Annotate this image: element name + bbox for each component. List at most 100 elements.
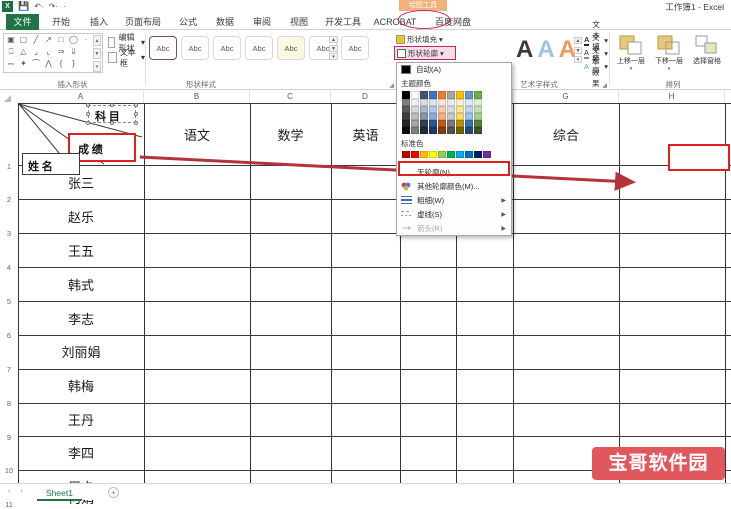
theme-color-row-4[interactable] bbox=[402, 120, 506, 127]
tab-view[interactable]: 视图 bbox=[283, 14, 315, 30]
theme-swatch-0-5[interactable] bbox=[447, 91, 455, 99]
wordart-sample-2[interactable]: A bbox=[537, 37, 554, 63]
weight-submenu-arrow-icon[interactable]: ▶ bbox=[501, 197, 506, 204]
tab-review[interactable]: 审阅 bbox=[246, 14, 278, 30]
cell-D1-subject[interactable]: 英语 bbox=[331, 125, 400, 144]
shape-style-thumb-3[interactable]: Abc bbox=[213, 36, 241, 60]
theme-swatch-5-3[interactable] bbox=[429, 127, 437, 134]
theme-swatch-4-2[interactable] bbox=[420, 120, 428, 127]
cell-A9-name[interactable]: 王丹 bbox=[18, 410, 144, 429]
theme-swatch-5-7[interactable] bbox=[465, 127, 473, 134]
cell-G1-subject[interactable]: 综合 bbox=[513, 125, 619, 144]
shape-curve-icon[interactable]: ⌒ bbox=[31, 59, 41, 69]
shape-recent-1-icon[interactable]: ▣ bbox=[6, 35, 16, 45]
resize-handle-s[interactable] bbox=[110, 121, 114, 125]
theme-swatch-2-5[interactable] bbox=[447, 106, 455, 113]
shape-style-thumb-4[interactable]: Abc bbox=[245, 36, 273, 60]
theme-swatch-0-3[interactable] bbox=[429, 91, 437, 99]
selected-textbox-subject[interactable] bbox=[88, 105, 136, 123]
shape-style-thumb-1[interactable]: Abc bbox=[149, 36, 177, 60]
shape-arrow-icon[interactable]: ↗ bbox=[44, 35, 54, 45]
arrows-submenu-arrow-icon[interactable]: ▶ bbox=[501, 225, 506, 232]
theme-swatch-0-4[interactable] bbox=[438, 91, 446, 99]
cell-A2-name[interactable]: 张三 bbox=[18, 173, 144, 192]
resize-handle-ne[interactable] bbox=[134, 103, 138, 107]
theme-swatch-4-6[interactable] bbox=[456, 120, 464, 127]
row-header-2[interactable]: 2 bbox=[0, 195, 18, 204]
resize-handle-e[interactable] bbox=[134, 112, 138, 116]
column-header-A[interactable]: A bbox=[18, 91, 144, 103]
column-header-D[interactable]: D bbox=[331, 91, 400, 103]
theme-swatch-0-8[interactable] bbox=[474, 91, 482, 99]
column-header-C[interactable]: C bbox=[250, 91, 331, 103]
standard-swatch-2[interactable] bbox=[420, 151, 428, 158]
theme-swatch-4-7[interactable] bbox=[465, 120, 473, 127]
dropdown-item-weight[interactable]: 粗细(W) ▶ bbox=[397, 193, 511, 207]
cell-A3-name[interactable]: 赵乐 bbox=[18, 207, 144, 226]
shape-oval-icon[interactable]: ◯ bbox=[69, 35, 79, 45]
tab-file[interactable]: 文件 bbox=[6, 14, 39, 30]
theme-swatch-5-0[interactable] bbox=[402, 127, 410, 134]
shape-styles-dialog-launcher[interactable]: ◢ bbox=[389, 82, 394, 89]
tab-formulas[interactable]: 公式 bbox=[172, 14, 204, 30]
resize-handle-sw[interactable] bbox=[86, 121, 90, 125]
select-all-corner[interactable] bbox=[0, 91, 18, 103]
bring-forward-chevron-down-icon[interactable]: ▾ bbox=[614, 66, 648, 72]
tab-developer[interactable]: 开发工具 bbox=[319, 14, 367, 30]
theme-swatch-0-1[interactable] bbox=[411, 91, 419, 99]
theme-swatch-4-4[interactable] bbox=[438, 120, 446, 127]
send-backward-button[interactable]: 下移一层 ▾ bbox=[652, 34, 686, 72]
header-label-grade[interactable]: 成 绩 bbox=[78, 141, 103, 157]
shape-star-icon[interactable]: ✦ bbox=[19, 59, 29, 69]
standard-colors-grid[interactable] bbox=[397, 150, 511, 160]
redo-icon[interactable]: ↷· bbox=[49, 2, 58, 11]
shape-rect-icon[interactable]: □ bbox=[56, 35, 66, 45]
send-backward-chevron-down-icon[interactable]: ▾ bbox=[652, 66, 686, 72]
theme-swatch-3-3[interactable] bbox=[429, 113, 437, 120]
shape-recent-2-icon[interactable]: ▢ bbox=[19, 35, 29, 45]
selection-pane-button[interactable]: 选择窗格 bbox=[690, 34, 724, 66]
theme-swatch-0-0[interactable] bbox=[402, 91, 410, 99]
wordart-gallery[interactable]: A A A bbox=[516, 37, 576, 63]
shape-outline-dropdown-menu[interactable]: 自动(A) 主题颜色 bbox=[396, 62, 512, 236]
text-fill-chevron-down-icon[interactable]: ▾ bbox=[604, 36, 608, 45]
theme-swatch-0-6[interactable] bbox=[456, 91, 464, 99]
save-icon[interactable]: 💾 bbox=[18, 1, 29, 12]
standard-swatch-3[interactable] bbox=[429, 151, 437, 158]
shape-style-thumb-2[interactable]: Abc bbox=[181, 36, 209, 60]
dropdown-item-automatic[interactable]: 自动(A) bbox=[397, 63, 511, 76]
theme-color-row-5[interactable] bbox=[402, 127, 506, 134]
sheet-nav-prev-icon[interactable]: ‹ bbox=[8, 488, 10, 495]
dropdown-item-more-colors[interactable]: 其他轮廓颜色(M)... bbox=[397, 179, 511, 193]
row-header-3[interactable]: 3 bbox=[0, 229, 18, 238]
wordart-sample-1[interactable]: A bbox=[516, 37, 533, 63]
theme-swatch-1-1[interactable] bbox=[411, 99, 419, 106]
theme-swatch-5-1[interactable] bbox=[411, 127, 419, 134]
sheet-nav-buttons[interactable]: ‹ › bbox=[8, 488, 23, 495]
text-effects-button[interactable]: A 文本效果 ▾ bbox=[584, 60, 608, 73]
row-header-5[interactable]: 5 bbox=[0, 297, 18, 306]
shape-fill-chevron-down-icon[interactable]: ▾ bbox=[439, 35, 443, 44]
shapes-scroll-down-icon[interactable]: ▼ bbox=[93, 48, 101, 59]
standard-swatch-5[interactable] bbox=[447, 151, 455, 158]
theme-swatch-2-3[interactable] bbox=[429, 106, 437, 113]
shape-rounded-rect-icon[interactable]: ⎕ bbox=[6, 47, 16, 57]
shape-outline-chevron-down-icon[interactable]: ▾ bbox=[440, 49, 444, 58]
cell-A7-name[interactable]: 刘丽娟 bbox=[18, 342, 144, 361]
cell-A4-name[interactable]: 王五 bbox=[18, 241, 144, 260]
shape-style-thumb-7[interactable]: Abc bbox=[341, 36, 369, 60]
tab-insert[interactable]: 插入 bbox=[83, 14, 115, 30]
cell-B1-subject[interactable]: 语文 bbox=[144, 125, 250, 144]
theme-swatch-2-8[interactable] bbox=[474, 106, 482, 113]
theme-swatch-3-6[interactable] bbox=[456, 113, 464, 120]
theme-swatch-2-1[interactable] bbox=[411, 106, 419, 113]
theme-swatch-2-7[interactable] bbox=[465, 106, 473, 113]
shape-outline-button[interactable]: 形状轮廓 ▾ bbox=[394, 46, 456, 60]
cell-A8-name[interactable]: 韩梅 bbox=[18, 376, 144, 395]
cell-A10-name[interactable]: 李四 bbox=[18, 443, 144, 462]
theme-swatch-1-5[interactable] bbox=[447, 99, 455, 106]
shapes-gallery-scroll[interactable]: ▲ ▼ ▾ bbox=[93, 35, 101, 72]
shape-styles-scroll[interactable]: ▲ ▼ ▾ bbox=[329, 36, 338, 60]
resize-handle-nw[interactable] bbox=[86, 103, 90, 107]
theme-swatch-1-8[interactable] bbox=[474, 99, 482, 106]
